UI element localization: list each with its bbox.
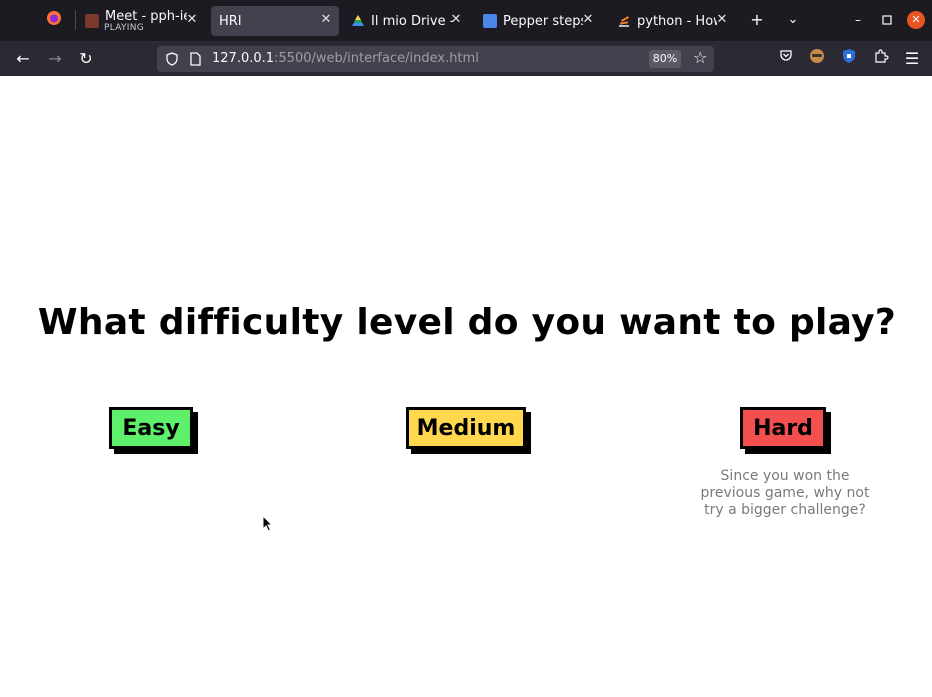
- bookmark-star-icon[interactable]: ☆: [693, 48, 707, 67]
- google-docs-icon: [483, 14, 497, 28]
- tab-title: HRI: [219, 13, 242, 29]
- tab-hri[interactable]: HRI ✕: [211, 6, 339, 36]
- shield-icon[interactable]: [165, 52, 179, 66]
- hard-suggestion-text: Since you won the previous game, why not…: [700, 468, 870, 518]
- window-maximize-icon[interactable]: [877, 10, 897, 30]
- google-drive-icon: [352, 15, 364, 26]
- tab-title: python - How: [637, 13, 717, 29]
- tab-close-icon[interactable]: ✕: [715, 12, 729, 27]
- url-path: :5500/web/interface/index.html: [274, 51, 479, 66]
- extensions-puzzle-icon[interactable]: [870, 48, 892, 70]
- page-title: What difficulty level do you want to pla…: [37, 302, 897, 343]
- new-tab-plus-icon[interactable]: +: [747, 10, 767, 30]
- hamburger-menu-icon[interactable]: ☰: [901, 48, 923, 70]
- url-bar[interactable]: 127.0.0.1:5500/web/interface/index.html …: [157, 46, 714, 72]
- back-arrow-icon[interactable]: ←: [12, 48, 34, 70]
- zoom-level-badge[interactable]: 80%: [649, 50, 681, 68]
- stackoverflow-icon: [619, 16, 629, 27]
- medium-button[interactable]: Medium: [406, 407, 526, 449]
- url-text[interactable]: 127.0.0.1:5500/web/interface/index.html: [212, 51, 479, 66]
- tab-pepper-steps[interactable]: Pepper steps ✕: [483, 6, 601, 36]
- forward-arrow-icon[interactable]: →: [44, 48, 66, 70]
- pocket-icon[interactable]: [775, 48, 797, 70]
- tab-close-icon[interactable]: ✕: [185, 12, 199, 27]
- navigation-bar: ← → ↻ 127.0.0.1:5500/web/interface/index…: [0, 41, 932, 76]
- browser-tab-strip: Meet - pph-iet PLAYING ✕ HRI ✕ Il mio Dr…: [0, 0, 932, 41]
- tab-drive[interactable]: Il mio Drive - G ✕: [351, 6, 469, 36]
- meet-favicon-icon: [85, 14, 99, 28]
- url-host: 127.0.0.1: [212, 51, 275, 66]
- tab-close-icon[interactable]: ✕: [319, 12, 333, 27]
- window-close-icon[interactable]: ✕: [907, 11, 925, 29]
- tab-title: Il mio Drive - G: [371, 13, 453, 29]
- page-content: What difficulty level do you want to pla…: [2, 76, 932, 697]
- extension-avatar-icon[interactable]: [806, 48, 828, 70]
- tab-playing-label: PLAYING: [104, 23, 145, 33]
- tab-title: Meet - pph-iet: [105, 8, 187, 24]
- reload-icon[interactable]: ↻: [75, 48, 97, 70]
- tab-close-icon[interactable]: ✕: [449, 12, 463, 27]
- firefox-menu-icon[interactable]: [44, 10, 64, 31]
- tab-python[interactable]: python - How ✕: [617, 6, 735, 36]
- window-minimize-icon[interactable]: –: [848, 10, 868, 30]
- easy-button[interactable]: Easy: [109, 407, 193, 449]
- tab-title: Pepper steps: [503, 13, 583, 29]
- tab-meet[interactable]: Meet - pph-iet PLAYING ✕: [85, 6, 205, 36]
- mouse-cursor-icon: [262, 515, 274, 532]
- tab-close-icon[interactable]: ✕: [581, 12, 595, 27]
- page-info-icon[interactable]: [189, 52, 201, 66]
- hard-button[interactable]: Hard: [740, 407, 826, 449]
- list-tabs-chevron-icon[interactable]: ⌄: [783, 10, 803, 30]
- privacy-extension-icon[interactable]: [838, 48, 860, 70]
